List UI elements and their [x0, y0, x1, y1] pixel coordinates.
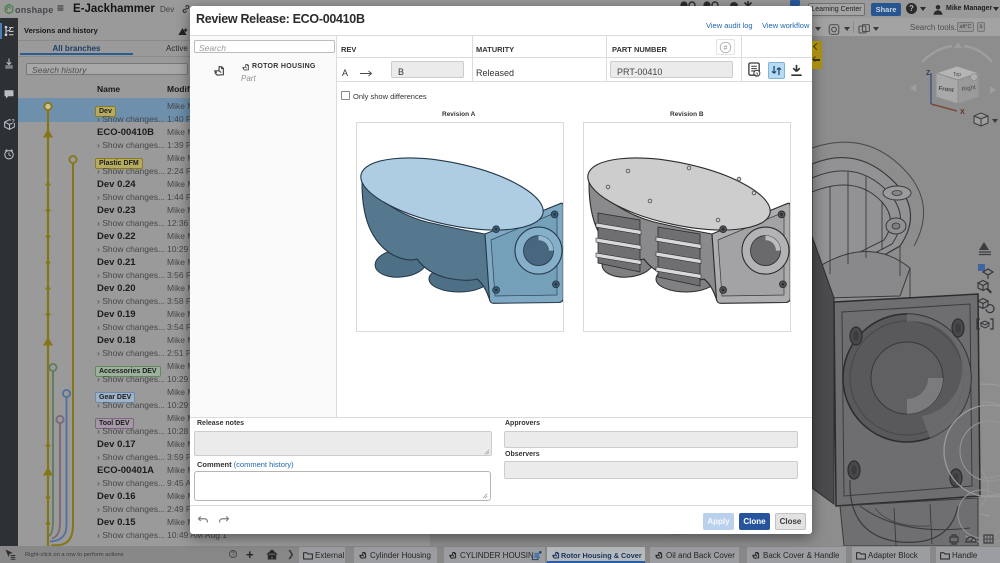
- svg-text:#: #: [724, 45, 728, 52]
- svg-text:Top: Top: [953, 72, 961, 78]
- svg-text:X: X: [960, 109, 965, 116]
- svg-text:?: ?: [12, 119, 15, 125]
- svg-text:Z: Z: [926, 70, 931, 77]
- svg-text:a: a: [755, 71, 758, 77]
